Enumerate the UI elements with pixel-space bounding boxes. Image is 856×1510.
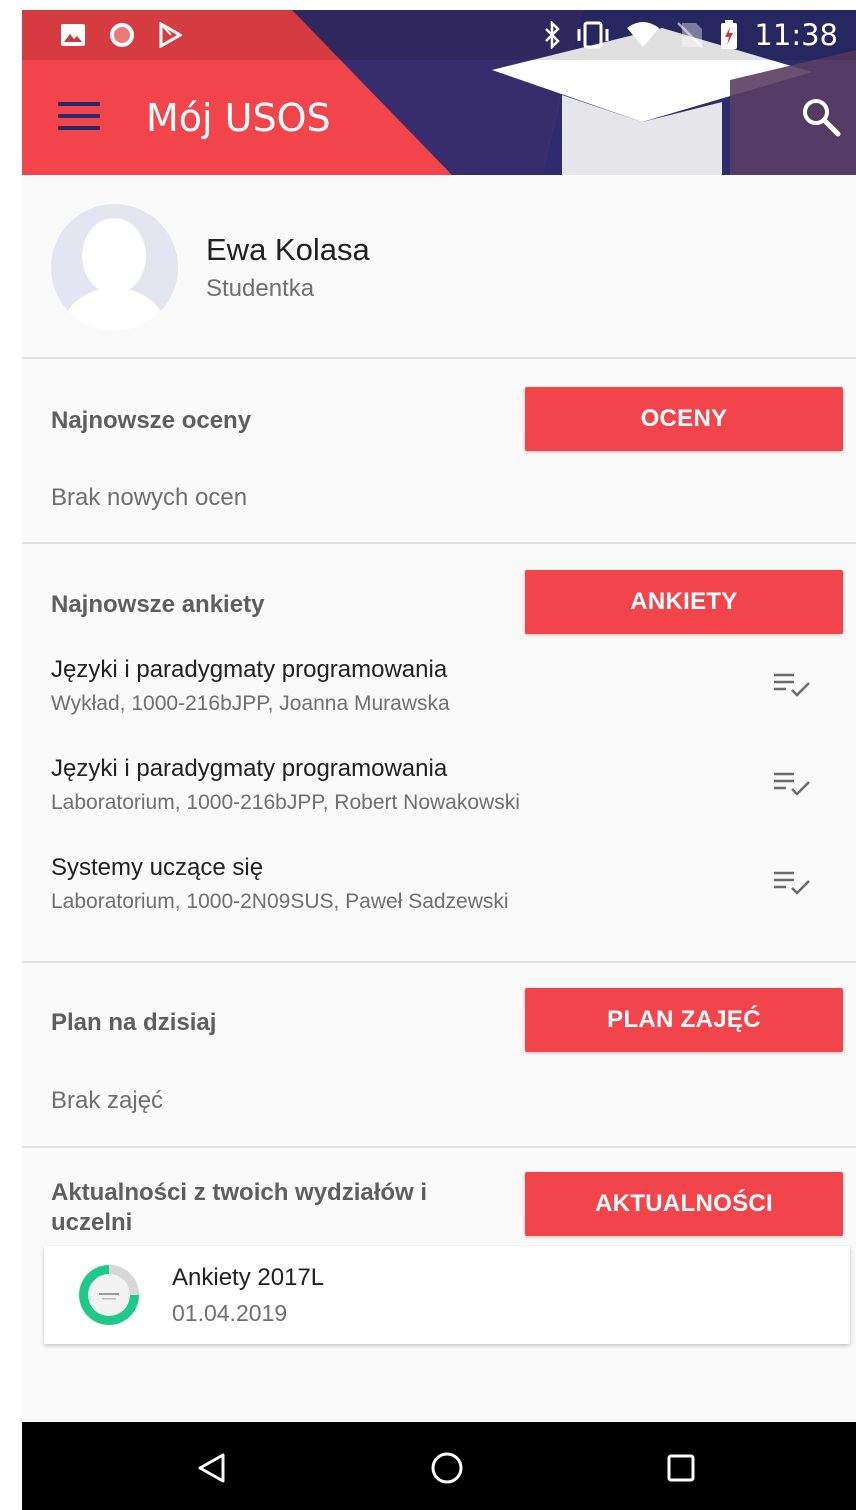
- surveys-title: Najnowsze ankiety: [51, 591, 265, 618]
- play-store-icon: [159, 22, 182, 48]
- grades-button[interactable]: OCENY: [525, 387, 843, 451]
- app-bar: 11:38 Mój USOS: [22, 10, 856, 175]
- status-time: 11:38: [754, 18, 838, 52]
- survey-item[interactable]: Systemy uczące się Laboratorium, 1000-2N…: [22, 854, 856, 934]
- battery-charging-icon: [721, 20, 738, 49]
- news-section: Aktualności z twoich wydziałów i uczelni…: [22, 1150, 856, 1250]
- survey-title: Języki i paradygmaty programowania: [51, 656, 448, 683]
- vibrate-icon: [577, 21, 609, 49]
- survey-title: Języki i paradygmaty programowania: [51, 755, 448, 782]
- wifi-icon: [627, 22, 660, 47]
- news-item-date: 01.04.2019: [172, 1300, 288, 1326]
- news-item-title: Ankiety 2017L: [172, 1264, 325, 1291]
- profile-role: Studentka: [206, 275, 315, 302]
- surveys-button[interactable]: ANKIETY: [525, 570, 843, 634]
- survey-item[interactable]: Języki i paradygmaty programowania Labor…: [22, 755, 856, 835]
- profile-section[interactable]: Ewa Kolasa Studentka: [22, 175, 856, 359]
- status-bar: 11:38: [22, 10, 856, 60]
- playlist-check-icon[interactable]: [772, 670, 812, 700]
- schedule-title: Plan na dzisiaj: [51, 1009, 217, 1036]
- survey-badge-icon: [79, 1265, 139, 1325]
- back-icon[interactable]: [188, 1444, 236, 1492]
- schedule-empty-text: Brak zajęć: [51, 1087, 164, 1114]
- survey-subtitle: Laboratorium, 1000-2N09SUS, Paweł Sadzew…: [51, 890, 509, 913]
- survey-item[interactable]: Języki i paradygmaty programowania Wykła…: [22, 656, 856, 736]
- home-icon[interactable]: [423, 1444, 471, 1492]
- hamburger-menu-icon[interactable]: [58, 102, 100, 136]
- schedule-button[interactable]: PLAN ZAJĘĆ: [525, 988, 843, 1052]
- app-title: Mój USOS: [146, 96, 331, 140]
- grades-title: Najnowsze oceny: [51, 407, 252, 434]
- news-card[interactable]: Ankiety 2017L 01.04.2019: [44, 1246, 850, 1344]
- search-icon[interactable]: [800, 96, 842, 138]
- grades-section: Najnowsze oceny OCENY Brak nowych ocen: [22, 361, 856, 544]
- phone-screen: 11:38 Mój USOS Ewa Kolasa Studentka Najn…: [22, 10, 856, 1510]
- app-icon: [110, 23, 134, 47]
- image-icon: [61, 24, 85, 46]
- profile-name: Ewa Kolasa: [206, 232, 370, 267]
- no-sim-icon: [677, 22, 704, 48]
- playlist-check-icon[interactable]: [772, 769, 812, 799]
- avatar: [51, 204, 178, 331]
- survey-subtitle: Laboratorium, 1000-216bJPP, Robert Nowak…: [51, 791, 520, 814]
- bluetooth-icon: [545, 21, 561, 49]
- navigation-bar: [22, 1422, 856, 1510]
- survey-title: Systemy uczące się: [51, 854, 264, 881]
- playlist-check-icon[interactable]: [772, 868, 812, 898]
- recents-icon[interactable]: [657, 1444, 705, 1492]
- surveys-section: Najnowsze ankiety ANKIETY Języki i parad…: [22, 546, 856, 963]
- news-button[interactable]: AKTUALNOŚCI: [525, 1172, 843, 1236]
- schedule-section: Plan na dzisiaj PLAN ZAJĘĆ Brak zajęć: [22, 965, 856, 1148]
- person-placeholder-icon: [61, 218, 168, 331]
- survey-subtitle: Wykład, 1000-216bJPP, Joanna Murawska: [51, 692, 450, 715]
- grades-empty-text: Brak nowych ocen: [51, 484, 248, 511]
- news-title: Aktualności z twoich wydziałów i uczelni: [51, 1179, 428, 1236]
